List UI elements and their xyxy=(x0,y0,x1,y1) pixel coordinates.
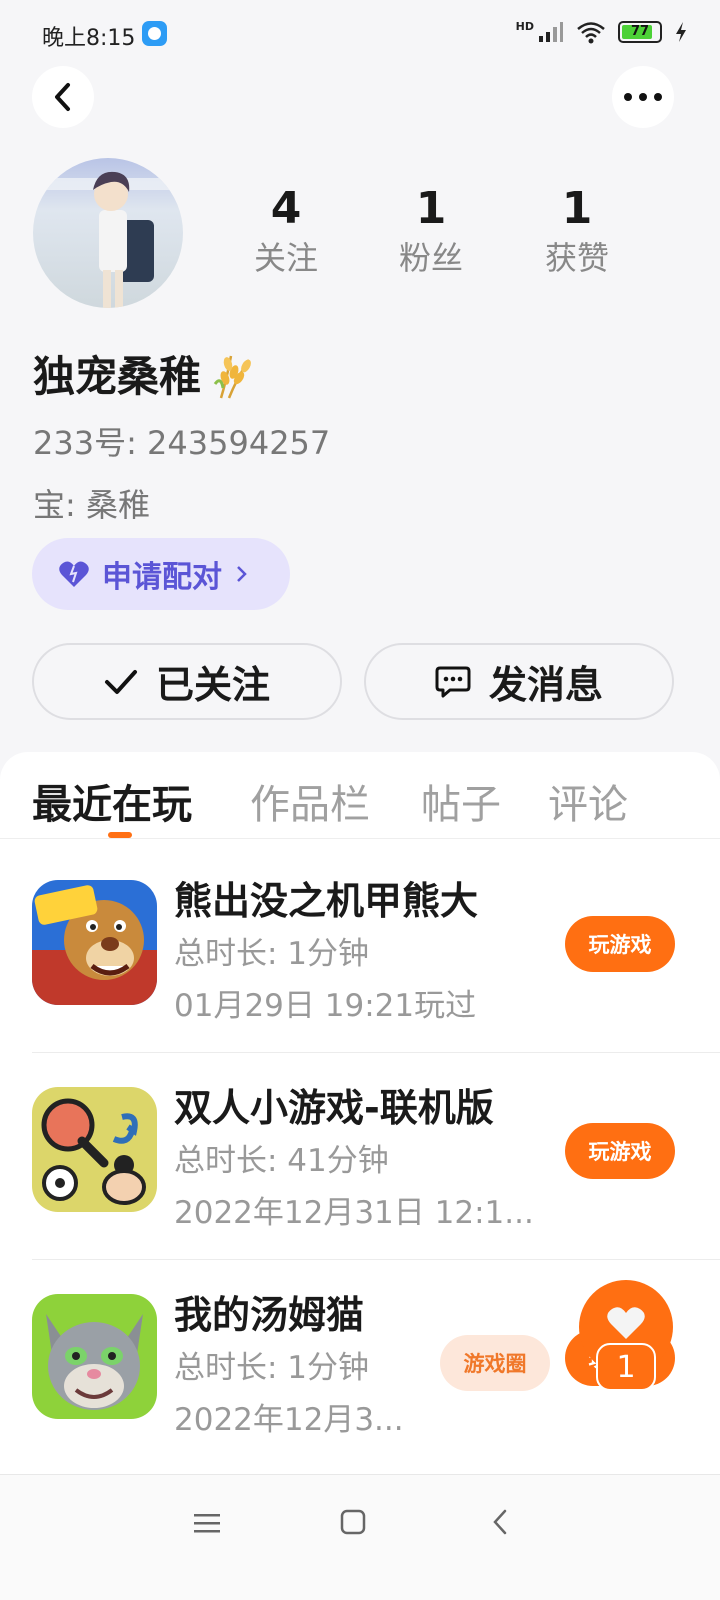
play-game-button[interactable]: 玩游戏 xyxy=(565,916,675,972)
game-name: 双人小游戏-联机版 xyxy=(174,1086,494,1130)
fans-count: 1 xyxy=(415,183,447,234)
game-icon-talking-tom xyxy=(32,1294,157,1419)
signal-icon xyxy=(539,22,563,42)
chat-bubble-icon xyxy=(435,666,471,697)
more-button[interactable] xyxy=(612,66,674,128)
charging-icon xyxy=(676,22,686,42)
home-icon[interactable] xyxy=(340,1509,366,1535)
heart-icon xyxy=(59,561,89,587)
checkmark-icon xyxy=(104,669,137,694)
more-dots-icon xyxy=(624,93,662,101)
status-bar: 晚上8:15 HD 77 xyxy=(0,0,720,70)
wheat-badge-icon xyxy=(213,355,251,398)
game-last-played: 2022年12月3... xyxy=(174,1402,404,1438)
following-count: 4 xyxy=(270,183,302,234)
back-button[interactable] xyxy=(32,66,94,128)
back-icon[interactable] xyxy=(490,1508,510,1536)
avatar[interactable] xyxy=(33,158,183,308)
game-last-played: 2022年12月31日 12:1... xyxy=(174,1195,534,1231)
pair-request-button[interactable]: 申请配对 xyxy=(32,538,290,610)
game-icon-two-player-games xyxy=(32,1087,157,1212)
game-last-played: 01月29日 19:21玩过 xyxy=(174,988,477,1024)
status-time: 晚上8:15 xyxy=(42,26,136,51)
nickname: 独宠桑稚 xyxy=(33,352,202,401)
battery-icon: 77 xyxy=(618,21,662,43)
pair-request-label: 申请配对 xyxy=(102,560,222,595)
likes-stat[interactable]: 1 获赞 xyxy=(517,182,637,280)
tab-comments[interactable]: 评论 xyxy=(548,772,628,830)
game-duration: 总时长: 1分钟 xyxy=(174,936,370,972)
like-count-badge: 1 xyxy=(596,1343,656,1391)
likes-label: 获赞 xyxy=(544,239,609,277)
battery-level: 77 xyxy=(630,24,650,39)
game-circle-button[interactable]: 游戏圈 xyxy=(440,1335,550,1391)
tab-posts[interactable]: 帖子 xyxy=(421,772,501,830)
heart-icon xyxy=(607,1307,645,1339)
chevron-right-icon xyxy=(237,566,247,582)
following-label: 关注 xyxy=(253,239,318,277)
wifi-icon xyxy=(577,22,605,44)
fans-stat[interactable]: 1 粉丝 xyxy=(371,182,491,280)
game-name: 我的汤姆猫 xyxy=(174,1293,365,1337)
status-icons: HD 77 xyxy=(516,20,688,44)
play-game-button[interactable]: 玩游戏 xyxy=(565,1123,675,1179)
send-message-button[interactable]: 发消息 xyxy=(364,643,674,720)
game-duration: 总时长: 1分钟 xyxy=(174,1350,370,1386)
following-stat[interactable]: 4 关注 xyxy=(226,182,346,280)
partner-label: 宝: 桑稚 xyxy=(33,486,150,524)
user-id: 233号: 243594257 xyxy=(33,424,331,462)
nickname-row: 独宠桑稚 xyxy=(33,343,259,404)
back-arrow-icon xyxy=(55,83,70,111)
followed-label: 已关注 xyxy=(155,663,270,707)
game-duration: 总时长: 41分钟 xyxy=(174,1143,389,1179)
avatar-image xyxy=(33,158,183,308)
tab-recently-played[interactable]: 最近在玩 xyxy=(32,772,192,830)
tabs-divider xyxy=(0,838,720,839)
notification-app-icon xyxy=(142,21,167,46)
network-label: HD xyxy=(515,20,534,33)
game-icon-boonie-bears xyxy=(32,880,157,1005)
system-nav-bar xyxy=(0,1474,720,1600)
game-list-item[interactable]: 双人小游戏-联机版 总时长: 41分钟 2022年12月31日 12:1... … xyxy=(0,1053,720,1260)
likes-count: 1 xyxy=(561,183,593,234)
game-name: 熊出没之机甲熊大 xyxy=(174,879,479,923)
tab-works[interactable]: 作品栏 xyxy=(250,772,370,830)
game-list-item[interactable]: 熊出没之机甲熊大 总时长: 1分钟 01月29日 19:21玩过 玩游戏 xyxy=(0,846,720,1053)
followed-button[interactable]: 已关注 xyxy=(32,643,342,720)
send-message-label: 发消息 xyxy=(488,663,603,707)
fans-label: 粉丝 xyxy=(398,239,463,277)
menu-icon[interactable] xyxy=(194,1511,220,1535)
